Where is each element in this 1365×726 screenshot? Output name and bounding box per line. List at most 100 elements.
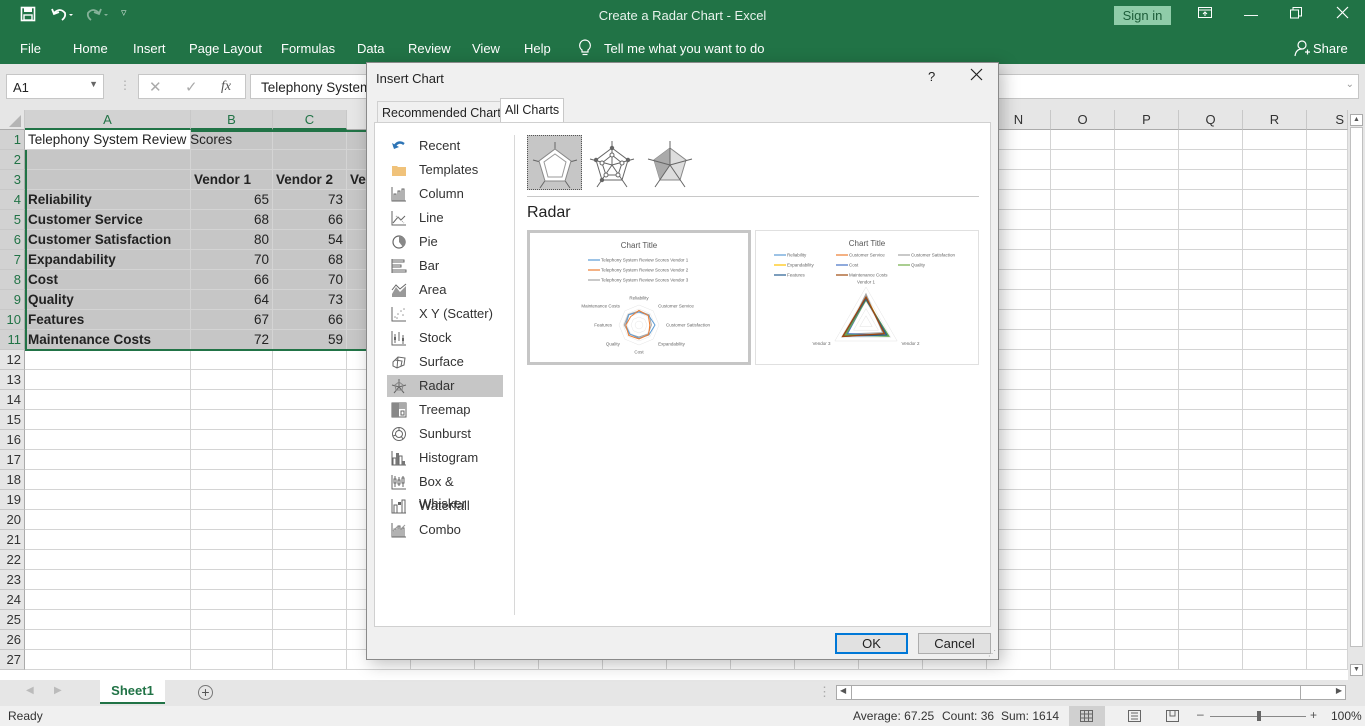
- cell[interactable]: [1115, 410, 1179, 430]
- cell[interactable]: [1179, 130, 1243, 150]
- cell[interactable]: [1115, 250, 1179, 270]
- category-combo[interactable]: Combo: [387, 519, 503, 541]
- cell[interactable]: [1243, 470, 1307, 490]
- row-header[interactable]: 4: [0, 190, 25, 210]
- cell[interactable]: [273, 530, 347, 550]
- cell-value[interactable]: 66: [273, 310, 347, 330]
- cell[interactable]: [273, 370, 347, 390]
- cell[interactable]: [1307, 570, 1348, 590]
- insert-function-icon[interactable]: fx: [221, 79, 231, 95]
- cell-value[interactable]: 70: [191, 250, 273, 270]
- cell[interactable]: [1179, 390, 1243, 410]
- share-button[interactable]: Share: [1313, 41, 1348, 56]
- vertical-scrollbar[interactable]: ▲ ▼: [1348, 110, 1365, 680]
- status-average[interactable]: Average: 67.25: [853, 709, 934, 723]
- row-header[interactable]: 20: [0, 510, 25, 530]
- row-header[interactable]: 9: [0, 290, 25, 310]
- cell[interactable]: [1307, 370, 1348, 390]
- cell[interactable]: [191, 410, 273, 430]
- confirm-entry-icon[interactable]: ✓: [185, 78, 198, 96]
- row-header[interactable]: 24: [0, 590, 25, 610]
- cell[interactable]: [1051, 250, 1115, 270]
- preview-radar-by-category[interactable]: Chart Title Reliability Customer Service C…: [755, 230, 979, 365]
- cell-value[interactable]: 54: [273, 230, 347, 250]
- cell[interactable]: [1115, 530, 1179, 550]
- normal-view-button[interactable]: [1069, 706, 1105, 726]
- zoom-in-button[interactable]: +: [1310, 708, 1317, 722]
- cell[interactable]: [1051, 330, 1115, 350]
- cell[interactable]: [191, 390, 273, 410]
- cell[interactable]: [1051, 550, 1115, 570]
- cell[interactable]: [1243, 130, 1307, 150]
- zoom-out-button[interactable]: –: [1197, 707, 1204, 721]
- cell[interactable]: [1115, 570, 1179, 590]
- cell[interactable]: [1307, 130, 1348, 150]
- row-header[interactable]: 17: [0, 450, 25, 470]
- cell[interactable]: [1179, 250, 1243, 270]
- cell[interactable]: [1051, 130, 1115, 150]
- cell[interactable]: [1243, 290, 1307, 310]
- cell[interactable]: [25, 430, 191, 450]
- cell-label[interactable]: Maintenance Costs: [25, 330, 191, 350]
- subtype-radar[interactable]: [527, 135, 582, 190]
- category-histogram[interactable]: Histogram: [387, 447, 503, 469]
- cell[interactable]: [1115, 630, 1179, 650]
- cell[interactable]: [1179, 570, 1243, 590]
- scroll-right-icon[interactable]: ▶: [1336, 686, 1342, 695]
- cell[interactable]: [1115, 370, 1179, 390]
- cell[interactable]: [1243, 410, 1307, 430]
- cell[interactable]: [1307, 650, 1348, 670]
- cell[interactable]: [191, 550, 273, 570]
- name-box[interactable]: A1 ▼: [6, 74, 104, 99]
- expand-formula-icon[interactable]: ⌄: [1346, 79, 1354, 90]
- cell[interactable]: [1307, 430, 1348, 450]
- cell[interactable]: [1115, 390, 1179, 410]
- row-header[interactable]: 13: [0, 370, 25, 390]
- category-waterfall[interactable]: Waterfall: [387, 495, 503, 517]
- cell[interactable]: [1179, 470, 1243, 490]
- cell-value[interactable]: 64: [191, 290, 273, 310]
- cell-header[interactable]: Vendor 1: [191, 170, 273, 190]
- cell[interactable]: [273, 390, 347, 410]
- cell[interactable]: [1051, 150, 1115, 170]
- cell[interactable]: [273, 490, 347, 510]
- ribbon-display-icon[interactable]: [1198, 6, 1212, 22]
- column-header-c[interactable]: C: [273, 110, 347, 130]
- next-sheet-icon[interactable]: ▶: [54, 685, 62, 696]
- restore-icon[interactable]: [1290, 6, 1302, 22]
- cell[interactable]: [1307, 310, 1348, 330]
- cell[interactable]: [191, 590, 273, 610]
- row-header[interactable]: 27: [0, 650, 25, 670]
- cell[interactable]: [1051, 530, 1115, 550]
- cell[interactable]: [1307, 550, 1348, 570]
- cell[interactable]: [25, 610, 191, 630]
- cell[interactable]: [1243, 430, 1307, 450]
- row-header[interactable]: 19: [0, 490, 25, 510]
- category-pie[interactable]: Pie: [387, 231, 503, 253]
- cell[interactable]: [1179, 150, 1243, 170]
- cell[interactable]: [1115, 430, 1179, 450]
- cell-a1[interactable]: Telephony System Review Scores: [25, 130, 232, 150]
- horizontal-scroll-thumb[interactable]: [851, 686, 1301, 699]
- status-sum[interactable]: Sum: 1614: [1001, 709, 1059, 723]
- cell[interactable]: [191, 150, 273, 170]
- row-header[interactable]: 10: [0, 310, 25, 330]
- category-stock[interactable]: Stock: [387, 327, 503, 349]
- cell[interactable]: [1051, 270, 1115, 290]
- cell[interactable]: [1243, 190, 1307, 210]
- category-templates[interactable]: Templates: [387, 159, 503, 181]
- cell[interactable]: [1115, 590, 1179, 610]
- cell[interactable]: [1115, 270, 1179, 290]
- select-all-corner[interactable]: [0, 110, 25, 130]
- cell[interactable]: [1051, 190, 1115, 210]
- cell[interactable]: [1243, 150, 1307, 170]
- cell-label[interactable]: Quality: [25, 290, 191, 310]
- ok-button[interactable]: OK: [835, 633, 908, 654]
- category-recent[interactable]: Recent: [387, 135, 503, 157]
- row-header[interactable]: 23: [0, 570, 25, 590]
- cell[interactable]: [1179, 530, 1243, 550]
- cell[interactable]: [1243, 570, 1307, 590]
- page-break-view-button[interactable]: [1166, 710, 1179, 725]
- cell[interactable]: [1115, 210, 1179, 230]
- cell[interactable]: [1115, 450, 1179, 470]
